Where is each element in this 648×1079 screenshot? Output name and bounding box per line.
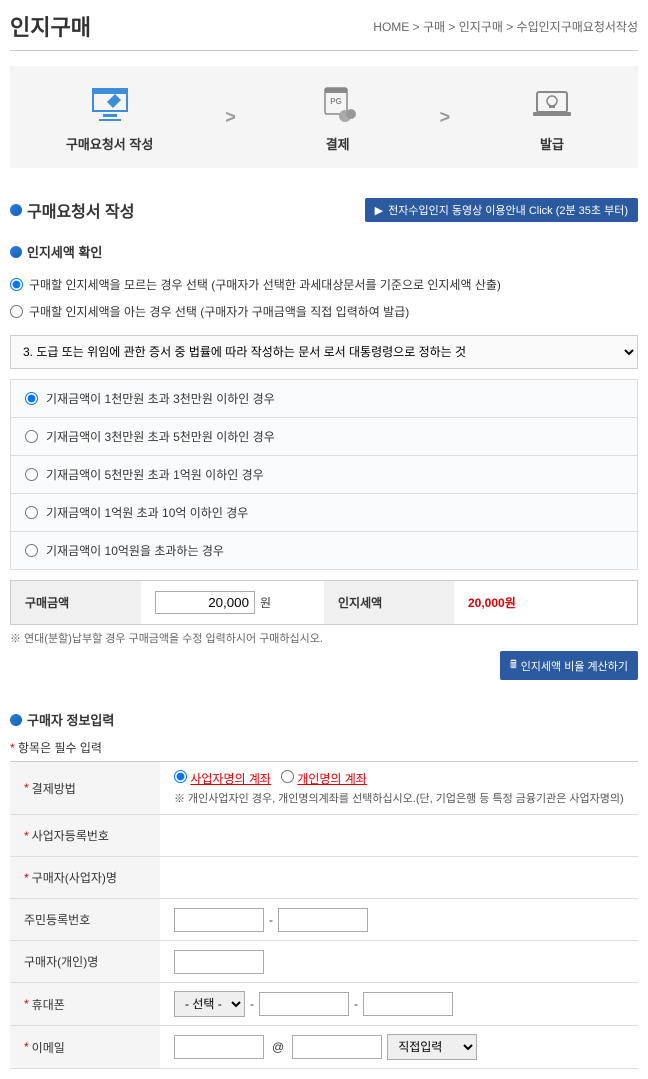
dash-separator: -: [354, 997, 358, 1011]
laptop-icon: [522, 81, 582, 126]
chevron-right-icon: >: [225, 107, 236, 128]
personal-name-input[interactable]: [174, 950, 264, 974]
payment-icon: PG: [308, 81, 368, 126]
page-title: 인지구매: [10, 10, 91, 42]
range-label: 기재금액이 5천만원 초과 1억원 이하인 경우: [46, 466, 264, 483]
play-icon: ▶: [375, 204, 383, 217]
document-edit-icon: [80, 81, 140, 126]
price-unit: 원: [260, 594, 271, 611]
payment-method-label: *결제방법: [10, 762, 160, 814]
step-label: 결제: [326, 134, 350, 153]
step-issue: 발급: [522, 81, 582, 153]
bullet-icon: [10, 246, 22, 258]
subsection-title: 구매자 정보입력: [10, 710, 638, 729]
step-label: 구매요청서 작성: [66, 134, 153, 153]
price-label: 구매금액: [11, 581, 141, 624]
installment-note: ※ 연대(분할)납부할 경우 구매금액을 수정 입력하시어 구매하십시오.: [10, 630, 638, 646]
dash-separator: -: [250, 997, 254, 1011]
radio-range-4[interactable]: [25, 506, 38, 519]
step-payment: PG 결제: [308, 81, 368, 153]
dash-separator: -: [269, 913, 273, 927]
radio-biz-account[interactable]: [174, 770, 187, 783]
step-request: 구매요청서 작성: [66, 81, 153, 153]
radio-known-tax[interactable]: [10, 305, 23, 318]
phone-label: *휴대폰: [10, 983, 160, 1025]
rrn-label: 주민등록번호: [10, 899, 160, 940]
bullet-icon: [10, 204, 22, 216]
at-symbol: @: [269, 1040, 287, 1054]
radio-known-tax-label: 구매할 인지세액을 아는 경우 선택 (구매자가 구매금액을 직접 입력하여 발…: [29, 303, 409, 320]
section-title: 구매요청서 작성: [10, 198, 135, 222]
svg-text:PG: PG: [330, 97, 342, 106]
phone-input-2[interactable]: [259, 992, 349, 1016]
breadcrumb[interactable]: HOME > 구매 > 인지구매 > 수입인지구매요청서작성: [373, 18, 638, 35]
radio-personal-account[interactable]: [281, 770, 294, 783]
chevron-right-icon: >: [440, 107, 451, 128]
email-label: *이메일: [10, 1026, 160, 1068]
required-note: * 항목은 필수 입력: [10, 739, 638, 756]
phone-prefix-select[interactable]: - 선택 -: [174, 991, 245, 1017]
subsection-title: 인지세액 확인: [10, 242, 638, 261]
price-input[interactable]: [155, 591, 255, 614]
buyer-form-table: *결제방법 사업자명의 계좌 개인명의 계좌 ※ 개인사업자인 경우, 개인명의…: [10, 761, 638, 1069]
phone-input-3[interactable]: [363, 992, 453, 1016]
email-local-input[interactable]: [174, 1035, 264, 1059]
radio-range-1[interactable]: [25, 392, 38, 405]
radio-range-2[interactable]: [25, 430, 38, 443]
amount-range-list: 기재금액이 1천만원 초과 3천만원 이하인 경우 기재금액이 3천만원 초과 …: [10, 379, 638, 570]
personal-account-label[interactable]: 개인명의 계좌: [297, 772, 367, 786]
biz-num-label: *사업자등록번호: [10, 815, 160, 856]
tax-amount-value: 20,000원: [468, 594, 516, 611]
video-guide-link[interactable]: ▶ 전자수입인지 동영상 이용안내 Click (2분 35초 부터): [365, 198, 638, 222]
email-domain-select[interactable]: 직접입력: [387, 1034, 477, 1060]
biz-account-label[interactable]: 사업자명의 계좌: [190, 772, 271, 786]
personal-name-label: 구매자(개인)명: [10, 941, 160, 982]
bullet-icon: [10, 714, 22, 726]
range-label: 기재금액이 10억원을 초과하는 경우: [46, 542, 224, 559]
radio-unknown-tax[interactable]: [10, 278, 23, 291]
calculate-ratio-button[interactable]: 🖩 인지세액 비율 계산하기: [500, 651, 638, 680]
rrn-input-2[interactable]: [278, 908, 368, 932]
rrn-input-1[interactable]: [174, 908, 264, 932]
email-domain-input[interactable]: [292, 1035, 382, 1059]
radio-range-3[interactable]: [25, 468, 38, 481]
payment-note: ※ 개인사업자인 경우, 개인명의계좌를 선택하십시오.(단, 기업은행 등 특…: [174, 790, 624, 806]
step-label: 발급: [540, 134, 564, 153]
biz-name-label: *구매자(사업자)명: [10, 857, 160, 898]
price-table: 구매금액 원 인지세액 20,000원: [10, 580, 638, 625]
progress-steps: 구매요청서 작성 > PG 결제 > 발급: [10, 66, 638, 168]
range-label: 기재금액이 3천만원 초과 5천만원 이하인 경우: [46, 428, 275, 445]
radio-range-5[interactable]: [25, 544, 38, 557]
range-label: 기재금액이 1억원 초과 10억 이하인 경우: [46, 504, 248, 521]
range-label: 기재금액이 1천만원 초과 3천만원 이하인 경우: [46, 390, 275, 407]
document-type-select[interactable]: 3. 도급 또는 위임에 관한 증서 중 법률에 따라 작성하는 문서 로서 대…: [10, 335, 638, 369]
radio-unknown-tax-label: 구매할 인지세액을 모르는 경우 선택 (구매자가 선택한 과세대상문서를 기준…: [29, 276, 501, 293]
tax-label: 인지세액: [324, 581, 454, 624]
calc-icon: 🖩: [510, 656, 517, 675]
